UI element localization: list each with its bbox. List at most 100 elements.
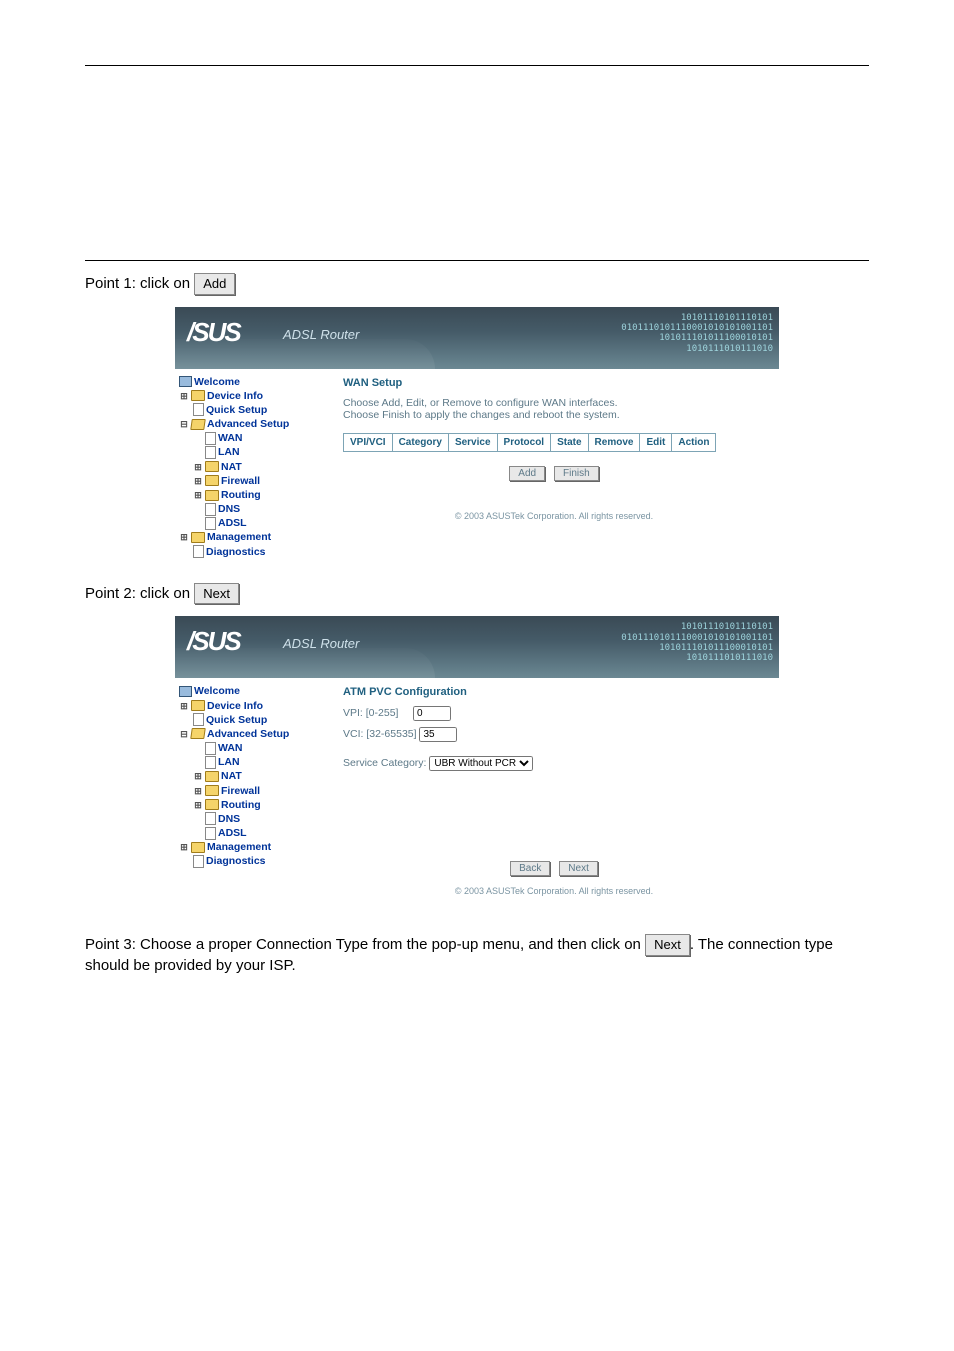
wan-setup-desc2: Choose Finish to apply the changes and r…: [343, 409, 765, 421]
folder-icon: [191, 842, 205, 853]
vci-input[interactable]: [419, 727, 457, 742]
folder-icon: [191, 700, 205, 711]
page-icon: [205, 446, 216, 459]
wan-setup-title: WAN Setup: [343, 377, 765, 389]
nav-adsl[interactable]: ADSL: [179, 826, 329, 840]
next-button-inline[interactable]: Next: [194, 583, 239, 605]
col-action: Action: [672, 433, 716, 451]
plus-icon: ⊞: [179, 533, 189, 543]
col-state: State: [551, 433, 588, 451]
point1-prefix: Point 1: click on: [85, 275, 190, 292]
header-digits: 10101110101110101 0101110101110001010101…: [621, 313, 773, 354]
page-icon: [205, 827, 216, 840]
nav-tree: Welcome ⊞Device Info Quick Setup ⊟Advanc…: [175, 369, 329, 565]
wan-table: VPI/VCI Category Service Protocol State …: [343, 433, 716, 452]
service-category-label: Service Category:: [343, 757, 426, 769]
vpi-input[interactable]: [413, 706, 451, 721]
minus-icon: ⊟: [179, 419, 189, 429]
wan-setup-panel: WAN Setup Choose Add, Edit, or Remove to…: [329, 369, 779, 565]
nav-lan[interactable]: LAN: [179, 755, 329, 769]
page-icon: [193, 403, 204, 416]
router-header: /SUS ADSL Router 10101110101110101 01011…: [175, 307, 779, 369]
nav-wan[interactable]: WAN: [179, 431, 329, 445]
folder-icon: [205, 785, 219, 796]
page-icon: [193, 713, 204, 726]
plus-icon: ⊞: [193, 490, 203, 500]
point3-text: Point 3: Choose a proper Connection Type…: [85, 934, 869, 976]
atm-next-button[interactable]: Next: [559, 861, 598, 876]
plus-icon: ⊞: [193, 800, 203, 810]
nav-advanced-setup[interactable]: ⊟Advanced Setup: [179, 417, 329, 431]
page-icon: [205, 756, 216, 769]
page-icon: [193, 855, 204, 868]
plus-icon: ⊞: [193, 786, 203, 796]
service-category-select[interactable]: UBR Without PCR: [429, 756, 533, 771]
point2-text: Point 2: click on Next: [85, 583, 869, 605]
nav-nat[interactable]: ⊞NAT: [179, 460, 329, 474]
nav-wan[interactable]: WAN: [179, 741, 329, 755]
point1-text: Point 1: click on Add: [85, 273, 869, 295]
nav-welcome[interactable]: Welcome: [179, 375, 329, 389]
page-icon: [205, 503, 216, 516]
nav-nat[interactable]: ⊞NAT: [179, 769, 329, 783]
folder-icon: [205, 799, 219, 810]
nav-routing[interactable]: ⊞Routing: [179, 488, 329, 502]
header-digits: 10101110101110101 0101110101110001010101…: [621, 622, 773, 663]
col-protocol: Protocol: [497, 433, 551, 451]
point2-prefix: Point 2: click on: [85, 585, 190, 602]
nav-management[interactable]: ⊞Management: [179, 530, 329, 544]
vci-label: VCI: [32-65535]: [343, 728, 417, 740]
nav-firewall[interactable]: ⊞Firewall: [179, 784, 329, 798]
screenshot-wan-setup: /SUS ADSL Router 10101110101110101 01011…: [175, 307, 779, 565]
plus-icon: ⊞: [193, 462, 203, 472]
col-edit: Edit: [640, 433, 672, 451]
nav-quick-setup[interactable]: Quick Setup: [179, 403, 329, 417]
nav-lan[interactable]: LAN: [179, 445, 329, 459]
plus-icon: ⊞: [179, 701, 189, 711]
folder-icon: [205, 771, 219, 782]
page-icon: [205, 517, 216, 530]
atm-title: ATM PVC Configuration: [343, 686, 765, 698]
folder-open-icon: [190, 728, 206, 739]
nav-device-info[interactable]: ⊞Device Info: [179, 389, 329, 403]
atm-back-button[interactable]: Back: [510, 861, 550, 876]
page-icon: [205, 742, 216, 755]
folder-icon: [191, 390, 205, 401]
nav-dns[interactable]: DNS: [179, 812, 329, 826]
copyright: © 2003 ASUSTek Corporation. All rights r…: [343, 481, 765, 527]
nav-diagnostics[interactable]: Diagnostics: [179, 545, 329, 559]
nav-advanced-setup[interactable]: ⊟Advanced Setup: [179, 727, 329, 741]
nav-firewall[interactable]: ⊞Firewall: [179, 474, 329, 488]
minus-icon: ⊟: [179, 729, 189, 739]
nav-welcome[interactable]: Welcome: [179, 684, 329, 698]
page-header-blank: [85, 65, 869, 261]
vpi-label: VPI: [0-255]: [343, 707, 398, 719]
add-button-inline[interactable]: Add: [194, 273, 235, 295]
col-category: Category: [392, 433, 448, 451]
page-icon: [205, 812, 216, 825]
nav-management[interactable]: ⊞Management: [179, 840, 329, 854]
page-icon: [193, 545, 204, 558]
page-icon: [205, 432, 216, 445]
point3-prefix: Point 3: Choose a proper Connection Type…: [85, 936, 641, 953]
nav-diagnostics[interactable]: Diagnostics: [179, 854, 329, 868]
nav-routing[interactable]: ⊞Routing: [179, 798, 329, 812]
plus-icon: ⊞: [193, 771, 203, 781]
copyright: © 2003 ASUSTek Corporation. All rights r…: [343, 876, 765, 902]
col-remove: Remove: [588, 433, 640, 451]
nav-quick-setup[interactable]: Quick Setup: [179, 713, 329, 727]
wan-add-button[interactable]: Add: [509, 466, 545, 481]
plus-icon: ⊞: [179, 391, 189, 401]
nav-device-info[interactable]: ⊞Device Info: [179, 699, 329, 713]
folder-icon: [205, 490, 219, 501]
nav-dns[interactable]: DNS: [179, 502, 329, 516]
next-button-inline-2[interactable]: Next: [645, 934, 690, 956]
folder-icon: [205, 475, 219, 486]
col-service: Service: [448, 433, 497, 451]
nav-adsl[interactable]: ADSL: [179, 516, 329, 530]
wan-finish-button[interactable]: Finish: [554, 466, 599, 481]
folder-icon: [205, 461, 219, 472]
nav-tree: Welcome ⊞Device Info Quick Setup ⊟Advanc…: [175, 678, 329, 916]
plus-icon: ⊞: [179, 842, 189, 852]
wan-setup-desc1: Choose Add, Edit, or Remove to configure…: [343, 397, 765, 409]
